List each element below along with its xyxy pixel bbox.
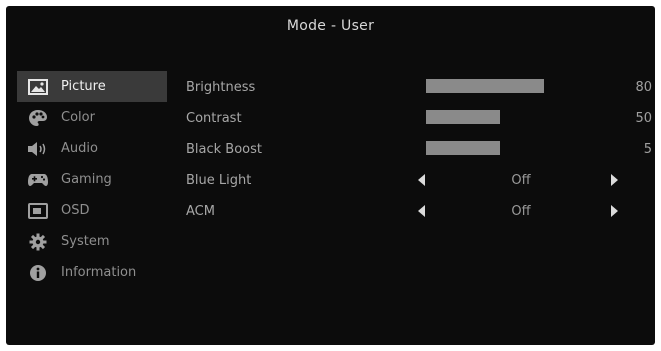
black-boost-value: 5 (643, 142, 652, 157)
osd-icon (27, 202, 49, 220)
sidebar-item-gaming[interactable]: Gaming (17, 164, 167, 195)
right-arrow-icon[interactable] (611, 174, 618, 186)
sidebar-item-audio[interactable]: Audio (17, 133, 167, 164)
sidebar-item-picture[interactable]: Picture (17, 71, 167, 102)
brightness-row[interactable]: Brightness 80 (186, 78, 655, 109)
sidebar-item-label: System (61, 234, 110, 249)
left-arrow-icon[interactable] (418, 205, 425, 217)
settings-panel: Brightness 80 Contrast 50 Black Boost 5 … (186, 78, 655, 233)
info-icon (27, 264, 49, 282)
black-boost-label: Black Boost (186, 142, 263, 157)
sidebar-item-label: Information (61, 265, 137, 280)
palette-icon (27, 109, 49, 127)
sidebar-item-color[interactable]: Color (17, 102, 167, 133)
blue-light-value: Off (511, 173, 531, 188)
brightness-label: Brightness (186, 80, 256, 95)
brightness-fill (426, 79, 545, 93)
acm-row[interactable]: ACM Off (186, 202, 655, 233)
brightness-slider[interactable] (426, 79, 574, 93)
right-arrow-icon[interactable] (611, 205, 618, 217)
black-boost-fill (426, 141, 500, 155)
acm-label: ACM (186, 204, 215, 219)
contrast-label: Contrast (186, 111, 242, 126)
speaker-icon (27, 140, 49, 158)
contrast-slider[interactable] (426, 110, 574, 124)
sidebar-item-label: OSD (61, 203, 90, 218)
left-arrow-icon[interactable] (418, 174, 425, 186)
black-boost-slider[interactable] (426, 141, 574, 155)
sidebar-item-label: Audio (61, 141, 98, 156)
sidebar-item-system[interactable]: System (17, 226, 167, 257)
mode-title: Mode - User (286, 18, 375, 34)
acm-value: Off (511, 204, 531, 219)
sidebar-item-label: Picture (61, 79, 106, 94)
blue-light-row[interactable]: Blue Light Off (186, 171, 655, 202)
sidebar: Picture Color Audio Gaming OSD System In… (17, 71, 167, 288)
sidebar-item-label: Color (61, 110, 95, 125)
picture-icon (27, 78, 49, 96)
contrast-row[interactable]: Contrast 50 (186, 109, 655, 140)
gamepad-icon (27, 171, 49, 189)
gear-icon (27, 233, 49, 251)
brightness-value: 80 (635, 80, 652, 95)
contrast-fill (426, 110, 500, 124)
sidebar-item-information[interactable]: Information (17, 257, 167, 288)
blue-light-label: Blue Light (186, 173, 252, 188)
sidebar-item-label: Gaming (61, 172, 112, 187)
sidebar-item-osd[interactable]: OSD (17, 195, 167, 226)
black-boost-row[interactable]: Black Boost 5 (186, 140, 655, 171)
osd-menu: Mode - User Picture Color Audio Gaming O… (6, 6, 655, 345)
contrast-value: 50 (635, 111, 652, 126)
